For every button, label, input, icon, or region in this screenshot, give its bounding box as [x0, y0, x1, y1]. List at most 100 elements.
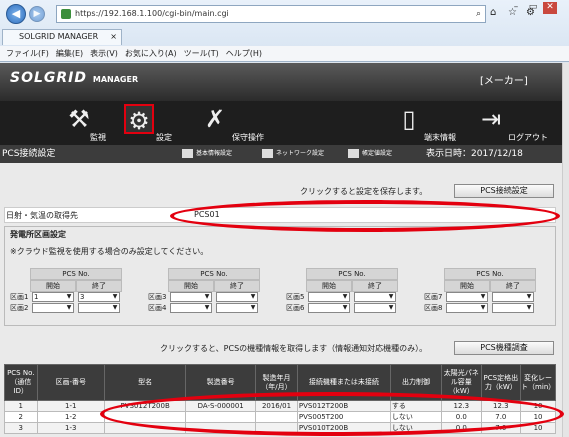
dropdown-arrow-icon: ▼: [526, 304, 532, 311]
tab-title: SOLGRID MANAGER: [19, 32, 99, 41]
tools-icon: ✗: [204, 105, 226, 133]
scrollbar[interactable]: [562, 63, 569, 437]
close-window-button[interactable]: ✕: [543, 2, 557, 14]
dropdown-arrow-icon: ▼: [342, 304, 348, 311]
save-pcs-button[interactable]: PCS接続設定: [454, 184, 554, 198]
tab-icon: [348, 149, 359, 158]
zone-end-select[interactable]: ▼: [492, 303, 534, 313]
zone-end-select[interactable]: ▼: [354, 303, 396, 313]
zone-label: 区画3: [148, 293, 167, 301]
address-bar[interactable]: https://192.168.1.100/cgi-bin/main.cgi ⌕: [56, 5, 486, 23]
start-header: 開始: [306, 280, 352, 292]
dropdown-arrow-icon: ▼: [204, 293, 210, 300]
page-title: PCS接続設定: [2, 149, 56, 159]
menu-view[interactable]: 表示(V): [90, 49, 118, 58]
nav-maintenance-button[interactable]: ✗ 保守操作: [200, 104, 280, 142]
search-icon[interactable]: ⌕: [476, 6, 481, 22]
home-icon[interactable]: ⌂: [490, 7, 496, 18]
menu-tools[interactable]: ツール(T): [184, 49, 219, 58]
zone-label: 区画6: [286, 304, 305, 312]
dropdown-arrow-icon: ▼: [480, 293, 486, 300]
zone-start-select[interactable]: ▼: [308, 292, 350, 302]
logo-subtext: MANAGER: [92, 75, 139, 84]
tab-limits[interactable]: 帳定値設定: [348, 145, 392, 163]
model-hint: クリックすると、PCSの機種情報を取得します（情報通知対応機種のみ）。: [160, 344, 428, 353]
nav-settings-label: 設定: [156, 133, 172, 142]
zone-note: ※クラウド監視を使用する場合のみ設定してください。: [10, 247, 209, 256]
zone-label: 区画8: [424, 304, 443, 312]
start-header: 開始: [168, 280, 214, 292]
nav-monitor-button[interactable]: ⚒ 監視: [64, 104, 124, 142]
section-title: 発電所区画設定: [10, 230, 66, 239]
column-header: 変化レート（min）: [520, 364, 556, 401]
menu-help[interactable]: ヘルプ(H): [226, 49, 262, 58]
nav-device-info-button[interactable]: ▯ 端末情報: [394, 104, 474, 142]
forward-arrow-icon[interactable]: ▶: [29, 6, 45, 22]
browser-tab[interactable]: SOLGRID MANAGER ×: [2, 29, 122, 45]
zone-start-select[interactable]: ▼: [446, 303, 488, 313]
zone-end-select[interactable]: ▼: [216, 292, 258, 302]
nav-settings-button[interactable]: ⚙ 設定: [124, 104, 184, 142]
menu-favorites[interactable]: お気に入り(A): [125, 49, 177, 58]
maximize-button[interactable]: ▭: [526, 2, 540, 14]
zone-start-select[interactable]: ▼: [32, 303, 74, 313]
zone-start-select[interactable]: ▼: [308, 303, 350, 313]
end-header: 終了: [352, 280, 398, 292]
close-tab-icon[interactable]: ×: [110, 30, 117, 44]
zone-end-select[interactable]: ▼: [216, 303, 258, 313]
highlight-ring-weather: [170, 200, 560, 232]
back-arrow-icon[interactable]: ◀: [6, 4, 26, 24]
tab-basic-info[interactable]: 基本情報設定: [182, 145, 232, 163]
lock-icon: [61, 9, 71, 19]
pcs-no-header: PCS No.: [306, 268, 398, 280]
zone-end-select[interactable]: ▼: [78, 303, 120, 313]
zone-start-select[interactable]: ▼: [446, 292, 488, 302]
tab-icon: [182, 149, 193, 158]
dropdown-arrow-icon: ▼: [342, 293, 348, 300]
menu-bar: ファイル(F) 編集(E) 表示(V) お気に入り(A) ツール(T) ヘルプ(H): [0, 46, 569, 61]
tab-label: 帳定値設定: [362, 150, 393, 157]
zone-start-select[interactable]: 1 ▼: [32, 292, 74, 302]
highlight-ring-table: [100, 392, 564, 436]
zone-label: 区画2: [10, 304, 29, 312]
end-header: 終了: [490, 280, 536, 292]
zone-start-select[interactable]: ▼: [170, 303, 212, 313]
gear-icon: ⚙: [124, 104, 154, 135]
end-header: 終了: [214, 280, 260, 292]
zone-end-value: 3: [80, 293, 85, 301]
table-cell: 1-1: [36, 400, 105, 412]
url-text: https://192.168.1.100/cgi-bin/main.cgi: [75, 9, 229, 18]
zone-label: 区画7: [424, 293, 443, 301]
menu-edit[interactable]: 編集(E): [56, 49, 83, 58]
pcs-no-header: PCS No.: [444, 268, 536, 280]
start-header: 開始: [30, 280, 76, 292]
dropdown-arrow-icon: ▼: [388, 304, 394, 311]
page-title-bar: PCS接続設定 基本情報設定 ネットワーク設定 帳定値設定 表示日時：2017/…: [0, 145, 562, 177]
nav-monitor-label: 監視: [90, 133, 106, 142]
maker-label: [メーカー]: [480, 76, 528, 87]
dropdown-arrow-icon: ▼: [112, 293, 118, 300]
zone-end-select[interactable]: ▼: [492, 292, 534, 302]
dropdown-arrow-icon: ▼: [250, 293, 256, 300]
pcs-no-header: PCS No.: [168, 268, 260, 280]
tab-network[interactable]: ネットワーク設定: [262, 145, 324, 163]
check-model-button[interactable]: PCS機種調査: [454, 341, 554, 355]
weather-label: 日射・気温の取得先: [6, 211, 78, 220]
column-header: PCS No.（通信ID）: [4, 364, 38, 401]
start-header: 開始: [444, 280, 490, 292]
nav-logout-button[interactable]: ⇥ ログアウト: [476, 104, 556, 142]
zone-start-value: 1: [34, 293, 39, 301]
logo-text: SOLGRID: [10, 70, 88, 86]
dropdown-arrow-icon: ▼: [66, 304, 72, 311]
dropdown-arrow-icon: ▼: [112, 304, 118, 311]
dropdown-arrow-icon: ▼: [66, 293, 72, 300]
tab-icon: [262, 149, 273, 158]
zone-label: 区画5: [286, 293, 305, 301]
table-cell: 2: [4, 411, 38, 423]
zone-start-select[interactable]: ▼: [170, 292, 212, 302]
monitor-icon: ⚒: [68, 105, 90, 133]
zone-end-select[interactable]: 3 ▼: [78, 292, 120, 302]
minimize-button[interactable]: –: [509, 2, 523, 14]
menu-file[interactable]: ファイル(F): [6, 49, 49, 58]
zone-end-select[interactable]: ▼: [354, 292, 396, 302]
